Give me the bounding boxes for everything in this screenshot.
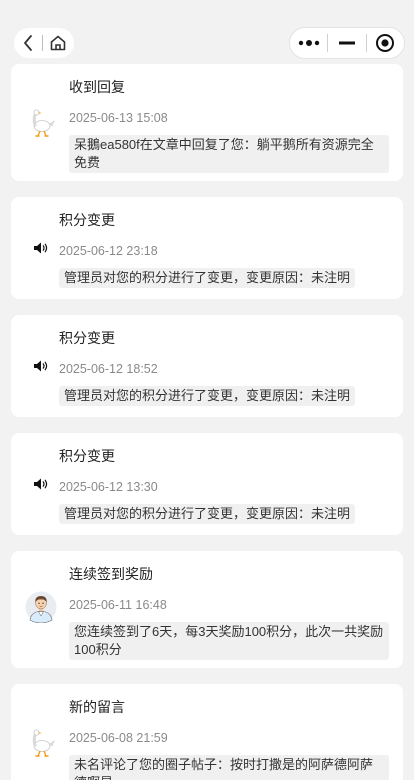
- more-dots-icon: [298, 40, 319, 46]
- notification-message: 未名评论了您的圈子帖子：按时打撒是的阿萨德阿萨德啊是: [69, 755, 389, 780]
- notification-title: 积分变更: [59, 448, 115, 464]
- target-close-icon: [376, 34, 395, 52]
- home-icon: [50, 35, 66, 51]
- notification-card[interactable]: 连续签到奖励 2025-06-11 16:48 您连续签到了6天，每3天奖励10…: [11, 551, 403, 668]
- notification-title: 收到回复: [69, 79, 125, 95]
- notification-time: 2025-06-08 21:59: [69, 731, 168, 745]
- notification-message: 管理员对您的积分进行了变更，变更原因：未注明: [59, 268, 356, 288]
- notification-title: 连续签到奖励: [69, 566, 153, 582]
- notification-card[interactable]: 积分变更 2025-06-12 23:18 管理员对您的积分进行了变更，变更原因…: [11, 197, 403, 299]
- notification-title: 新的留言: [69, 699, 125, 715]
- notification-card[interactable]: 积分变更 2025-06-12 18:52 管理员对您的积分进行了变更，变更原因…: [11, 315, 403, 417]
- speaker-icon: [25, 468, 57, 500]
- notification-card[interactable]: 新的留言 2025-06-08 21:59 未名评论了您的圈子帖子：按时打撒是的…: [11, 684, 403, 780]
- back-button[interactable]: [14, 28, 42, 58]
- minimize-button[interactable]: [328, 28, 365, 58]
- speaker-icon: [25, 350, 57, 382]
- top-bar: [0, 0, 414, 70]
- mini-program-capsule: [289, 27, 405, 59]
- notification-card[interactable]: 积分变更 2025-06-12 13:30 管理员对您的积分进行了变更，变更原因…: [11, 433, 403, 535]
- minimize-icon: [338, 41, 355, 45]
- notification-time: 2025-06-11 16:48: [69, 598, 167, 612]
- home-button[interactable]: [43, 28, 73, 58]
- goose-avatar-icon: [25, 106, 57, 138]
- more-button[interactable]: [290, 28, 327, 58]
- notification-time: 2025-06-13 15:08: [69, 111, 168, 125]
- notification-title: 积分变更: [59, 212, 115, 228]
- notification-message: 呆鵝ea580f在文章中回复了您：躺平鹅所有资源完全免费: [69, 135, 389, 173]
- notification-time: 2025-06-12 18:52: [59, 362, 158, 376]
- notification-time: 2025-06-12 13:30: [59, 480, 158, 494]
- notification-list: 收到回复 2025-06-13 15:08 呆鵝ea580f在文章中回复了您：躺…: [11, 64, 403, 780]
- speaker-icon: [25, 232, 57, 264]
- notification-title: 积分变更: [59, 330, 115, 346]
- goose-avatar-icon: [25, 726, 57, 758]
- notification-card[interactable]: 收到回复 2025-06-13 15:08 呆鵝ea580f在文章中回复了您：躺…: [11, 64, 403, 181]
- notification-time: 2025-06-12 23:18: [59, 244, 158, 258]
- notification-message: 您连续签到了6天，每3天奖励100积分，此次一共奖励100积分: [69, 622, 389, 660]
- user-avatar-icon: [25, 591, 57, 623]
- nav-capsule-left: [14, 28, 74, 58]
- notification-message: 管理员对您的积分进行了变更，变更原因：未注明: [59, 504, 356, 524]
- close-button[interactable]: [367, 28, 404, 58]
- notification-message: 管理员对您的积分进行了变更，变更原因：未注明: [59, 386, 356, 406]
- chevron-left-icon: [24, 35, 32, 51]
